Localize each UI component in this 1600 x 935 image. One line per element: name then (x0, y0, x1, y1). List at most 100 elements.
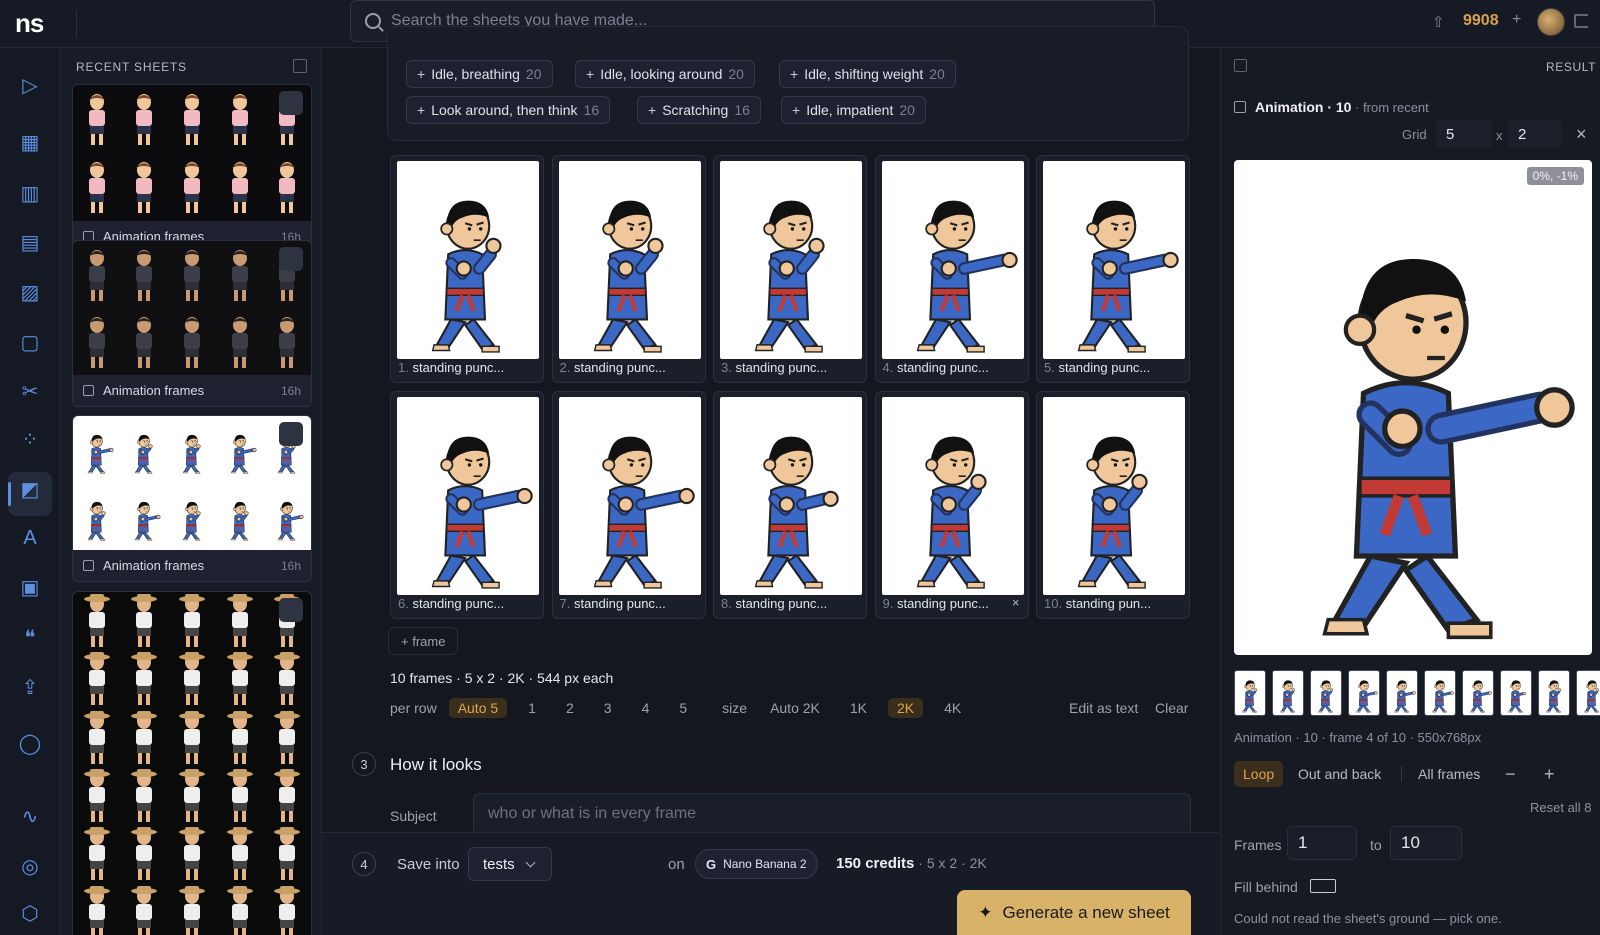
reset-all-button[interactable]: Reset all 8 (1530, 800, 1591, 815)
sheet-options-icon[interactable] (279, 247, 303, 271)
per-row-option[interactable]: 1 (519, 698, 545, 718)
logout-icon[interactable] (1574, 14, 1588, 28)
remove-frame-icon[interactable]: × (1012, 595, 1020, 610)
all-frames-toggle[interactable]: All frames (1418, 761, 1480, 787)
collapse-sidebar-icon[interactable] (293, 59, 307, 73)
generate-sheet-button[interactable]: ✦ Generate a new sheet (957, 890, 1191, 935)
sheet-card[interactable]: Animation frames 16h (72, 415, 312, 582)
mini-frame-thumb[interactable] (1500, 670, 1532, 716)
app-logo[interactable]: ns (15, 8, 44, 39)
per-row-option[interactable]: 5 (670, 698, 696, 718)
fill-behind-swatch[interactable] (1310, 879, 1336, 893)
speed-decrease-button[interactable]: − (1505, 761, 1516, 787)
mini-frame-thumb[interactable] (1386, 670, 1418, 716)
frame-number: 10. (1044, 596, 1063, 611)
sheet-options-icon[interactable] (279, 91, 303, 115)
close-icon[interactable]: × (1576, 124, 1587, 145)
layout-icon[interactable]: ▦ (17, 129, 43, 155)
frame-tile[interactable]: 9. standing punc... × (874, 391, 1029, 619)
cube-icon[interactable]: ⬡ (17, 900, 43, 926)
frame-tile[interactable]: 6. standing punc... (390, 391, 544, 619)
chart-icon[interactable]: ▥ (17, 180, 43, 206)
frame-tile[interactable]: 1. standing punc... (390, 155, 544, 383)
frame-tile[interactable]: 8. standing punc... (713, 391, 867, 619)
motion-preset-chip[interactable]: + Idle, shifting weight 20 (779, 60, 956, 88)
edit-as-text-button[interactable]: Edit as text (1069, 697, 1138, 719)
run-icon[interactable]: ▷ (17, 72, 43, 98)
frame-number: 3. (721, 360, 732, 375)
frame-to-input[interactable]: 10 (1390, 826, 1462, 860)
per-row-option[interactable]: 4 (633, 698, 659, 718)
frame-tile[interactable]: 5. standing punc... (1036, 155, 1190, 383)
frame-number: 6. (398, 596, 409, 611)
plus-icon: + (417, 102, 426, 118)
model-select[interactable]: G Nano Banana 2 (695, 849, 818, 879)
motion-preset-chip[interactable]: + Idle, breathing 20 (406, 60, 553, 88)
scissors-icon[interactable]: ✂ (17, 378, 43, 404)
template-icon[interactable]: ▣ (17, 574, 43, 600)
sheet-age: 16h (280, 383, 301, 398)
per-row-option[interactable]: 3 (595, 698, 621, 718)
size-option[interactable]: Auto 2K (761, 698, 829, 718)
upload-icon[interactable]: ⇪ (17, 674, 43, 700)
size-option[interactable]: 4K (935, 698, 970, 718)
motion-preset-chip[interactable]: + Idle, impatient 20 (781, 96, 926, 124)
activity-icon[interactable]: ∿ (17, 803, 43, 829)
chip-count: 20 (899, 102, 915, 118)
frame-caption: 8. standing punc... (721, 596, 827, 611)
mini-frame-thumb[interactable] (1424, 670, 1456, 716)
per-row-option[interactable]: 2 (557, 698, 583, 718)
frame-tile[interactable]: 3. standing punc... (713, 155, 867, 383)
motion-preset-chip[interactable]: + Scratching 16 (637, 96, 761, 124)
size-option[interactable]: 2K (888, 698, 924, 718)
sheet-card-footer: Animation frames 16h (73, 550, 311, 581)
sheet-options-icon[interactable] (279, 422, 303, 446)
frame-tile[interactable]: 2. standing punc... (551, 155, 706, 383)
help-icon[interactable]: ◎ (17, 853, 43, 879)
step-4-badge: 4 (352, 852, 376, 876)
frame-tile[interactable]: 4. standing punc... (874, 155, 1029, 383)
size-option[interactable]: 1K (841, 698, 876, 718)
mini-frame-thumb[interactable] (1348, 670, 1380, 716)
sheet-card[interactable]: Animation frames 16h (72, 240, 312, 407)
text-style-icon[interactable]: A (17, 525, 43, 551)
subject-input[interactable]: who or what is in every frame (473, 793, 1191, 835)
add-credits-button[interactable]: + (1512, 11, 1521, 29)
expand-panel-icon[interactable] (1234, 59, 1247, 72)
grid-columns-input[interactable]: 5 (1436, 120, 1492, 148)
frame-tile[interactable]: 7. standing punc... (551, 391, 706, 619)
quote-icon[interactable]: ❝ (17, 624, 43, 650)
mini-frame-thumb[interactable] (1234, 670, 1266, 716)
motion-preset-chip[interactable]: + Idle, looking around 20 (575, 60, 755, 88)
mini-frame-thumb[interactable] (1538, 670, 1570, 716)
upload-icon[interactable]: ⇧ (1432, 13, 1445, 31)
frame-image (720, 161, 862, 359)
per-row-option[interactable]: Auto 5 (448, 698, 508, 718)
sheet-card[interactable]: Animation frames 16h (72, 84, 312, 253)
frames-icon[interactable]: ▢ (17, 329, 43, 355)
mini-frame-thumb[interactable] (1310, 670, 1342, 716)
grid-rows-input[interactable]: 2 (1508, 120, 1562, 148)
mini-frame-thumb[interactable] (1462, 670, 1494, 716)
frame-from-input[interactable]: 1 (1287, 826, 1357, 860)
frame-image (720, 397, 862, 595)
sheet-options-icon[interactable] (279, 598, 303, 622)
mini-frame-thumb[interactable] (1272, 670, 1304, 716)
clear-button[interactable]: Clear (1155, 697, 1188, 719)
image-icon[interactable]: ▨ (17, 279, 43, 305)
sheet-card[interactable] (72, 591, 312, 935)
frame-tile[interactable]: 10. standing pun... (1036, 391, 1190, 619)
motion-preset-chip[interactable]: + Look around, then think 16 (406, 96, 611, 124)
sprite-sheet-icon[interactable]: ⁘ (17, 426, 43, 452)
mini-frame-thumb[interactable] (1576, 670, 1600, 716)
speed-increase-button[interactable]: + (1544, 761, 1555, 787)
frame-number: 7. (559, 596, 571, 611)
out-and-back-toggle[interactable]: Out and back (1298, 761, 1381, 787)
user-icon[interactable]: ◯ (17, 730, 43, 756)
sticker-icon[interactable]: ◩ (17, 476, 43, 502)
loop-toggle[interactable]: Loop (1234, 761, 1284, 787)
avatar[interactable] (1537, 8, 1565, 36)
add-frame-button[interactable]: + frame (388, 627, 459, 655)
folder-select[interactable]: tests (468, 847, 552, 881)
document-icon[interactable]: ▤ (17, 229, 43, 255)
